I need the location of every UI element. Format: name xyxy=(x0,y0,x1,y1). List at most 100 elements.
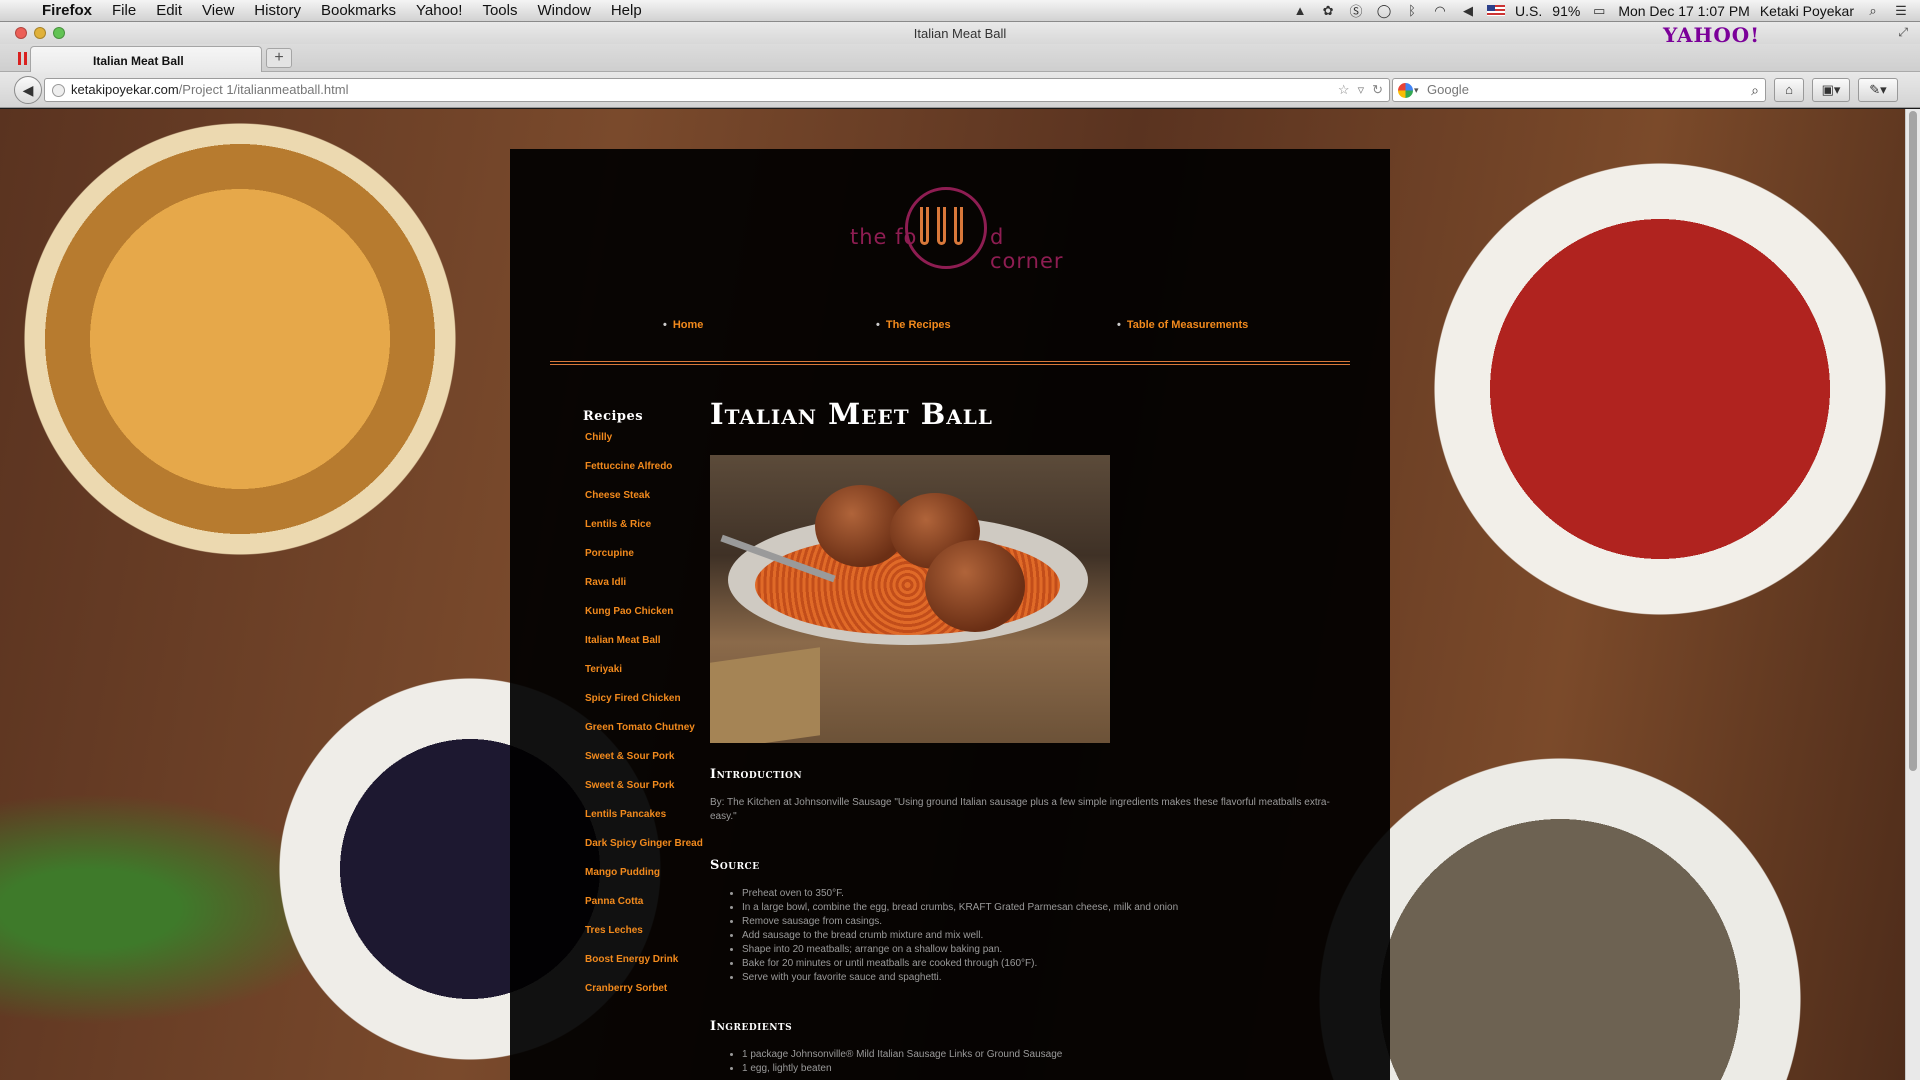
search-engine-dropdown-icon[interactable]: ▾ xyxy=(1414,79,1419,101)
recipes-heading: Recipes xyxy=(583,409,644,424)
menu-edit[interactable]: Edit xyxy=(146,2,192,19)
window-title-bar: Italian Meat Ball YAHOO! ⤢ xyxy=(0,22,1920,47)
recipe-link-teriyaki[interactable]: Teriyaki xyxy=(585,664,725,693)
list-item: Shape into 20 meatballs; arrange on a sh… xyxy=(742,943,1350,957)
recipe-link-lentils-pancakes[interactable]: Lentils Pancakes xyxy=(585,809,725,838)
back-button[interactable]: ◀ xyxy=(14,76,42,104)
nav-table-of-measurements[interactable]: Table of Measurements xyxy=(1117,319,1248,331)
navigation-toolbar: ◀ ketakipoyekar.com/Project 1/italianmea… xyxy=(0,72,1920,108)
recipe-link-porcupine[interactable]: Porcupine xyxy=(585,548,725,577)
site-logo[interactable]: the fo d corner xyxy=(840,187,1080,273)
google-drive-icon[interactable]: ▲ xyxy=(1291,3,1309,19)
recipe-link-spicy-fired-chicken[interactable]: Spicy Fired Chicken xyxy=(585,693,725,722)
steps-list: Preheat oven to 350°F. In a large bowl, … xyxy=(710,887,1350,985)
page-scrollbar[interactable] xyxy=(1905,109,1920,1080)
us-flag-icon[interactable] xyxy=(1487,5,1506,16)
recipe-list: Chilly Fettuccine Alfredo Cheese Steak L… xyxy=(585,432,725,1012)
recipe-link-sweet-sour-pork[interactable]: Sweet & Sour Pork xyxy=(585,751,725,780)
history-dropdown-icon[interactable]: ▿ xyxy=(1358,79,1365,101)
ingredients-heading: Ingredients xyxy=(710,1019,793,1034)
chat-bubble-icon[interactable]: ◯ xyxy=(1375,3,1393,19)
recipe-link-panna-cotta[interactable]: Panna Cotta xyxy=(585,896,725,925)
status-tray: ▲ ✿ Ⓢ ◯ ᛒ ◠ ◀ U.S. 91% ▭ Mon Dec 17 1:07… xyxy=(1291,3,1920,20)
spotlight-search-icon[interactable]: ⌕ xyxy=(1864,3,1882,19)
recipe-link-sweet-sour-pork-2[interactable]: Sweet & Sour Pork xyxy=(585,780,725,809)
recipe-link-cheese-steak[interactable]: Cheese Steak xyxy=(585,490,725,519)
recipe-link-rava-idli[interactable]: Rava Idli xyxy=(585,577,725,606)
menu-app-firefox[interactable]: Firefox xyxy=(32,2,102,19)
menu-history[interactable]: History xyxy=(244,2,311,19)
meatball-spaghetti-image xyxy=(710,455,1110,743)
menu-view[interactable]: View xyxy=(192,2,244,19)
new-tab-button[interactable]: + xyxy=(266,48,292,68)
window-controls xyxy=(15,27,65,39)
bluetooth-icon[interactable]: ᛒ xyxy=(1403,3,1421,19)
recipe-link-italian-meat-ball[interactable]: Italian Meat Ball xyxy=(585,635,725,664)
logo-text-right: d corner xyxy=(990,225,1064,273)
recipe-link-boost-energy-drink[interactable]: Boost Energy Drink xyxy=(585,954,725,983)
search-icon[interactable]: ⌕ xyxy=(1751,79,1759,101)
url-path: /Project 1/italianmeatball.html xyxy=(178,82,349,97)
tab-italian-meat-ball[interactable]: Italian Meat Ball xyxy=(30,46,262,72)
recipe-link-dark-spicy-ginger-bread[interactable]: Dark Spicy Ginger Bread xyxy=(585,838,725,867)
recipe-link-kung-pao-chicken[interactable]: Kung Pao Chicken xyxy=(585,606,725,635)
recipe-link-mango-pudding[interactable]: Mango Pudding xyxy=(585,867,725,896)
recipe-link-chilly[interactable]: Chilly xyxy=(585,432,725,461)
bookmark-star-icon[interactable]: ☆ xyxy=(1338,79,1350,101)
menu-bookmarks[interactable]: Bookmarks xyxy=(311,2,406,19)
list-item: Bake for 20 minutes or until meatballs a… xyxy=(742,957,1350,971)
clock[interactable]: Mon Dec 17 1:07 PM xyxy=(1618,3,1750,19)
introduction-text: By: The Kitchen at Johnsonville Sausage … xyxy=(710,797,1330,822)
pinned-tab-icon[interactable] xyxy=(14,49,30,67)
recipe-link-tres-leches[interactable]: Tres Leches xyxy=(585,925,725,954)
site-identity-icon[interactable] xyxy=(52,84,65,97)
url-actions: ☆ ▿ ↻ xyxy=(1338,79,1383,101)
volume-icon[interactable]: ◀ xyxy=(1459,3,1477,19)
addons-icon: ✎▾ xyxy=(1869,82,1887,97)
source-heading: Source xyxy=(710,858,760,873)
screenshot-icon: ▣▾ xyxy=(1821,82,1841,97)
content-panel: the fo d corner Home The Recipes Table o… xyxy=(510,149,1390,1080)
reload-icon[interactable]: ↻ xyxy=(1372,79,1383,101)
recipe-link-fettuccine-alfredo[interactable]: Fettuccine Alfredo xyxy=(585,461,725,490)
introduction-heading: Introduction xyxy=(710,767,803,782)
ingredients-list: 1 package Johnsonville® Mild Italian Sau… xyxy=(710,1048,1350,1076)
menu-bar: Firefox File Edit View History Bookmarks… xyxy=(0,0,1920,22)
tab-bar: Italian Meat Ball + xyxy=(0,44,1920,72)
notification-center-icon[interactable]: ☰ xyxy=(1892,3,1910,19)
window-title: Italian Meat Ball xyxy=(913,25,1007,41)
user-name[interactable]: Ketaki Poyekar xyxy=(1760,3,1854,19)
menu-help[interactable]: Help xyxy=(601,2,652,19)
scrollbar-thumb[interactable] xyxy=(1909,111,1917,771)
close-window-button[interactable] xyxy=(15,27,27,39)
input-source-label[interactable]: U.S. xyxy=(1515,3,1542,19)
napkin xyxy=(710,647,820,743)
list-item: 1 package Johnsonville® Mild Italian Sau… xyxy=(742,1048,1350,1062)
nav-the-recipes[interactable]: The Recipes xyxy=(876,319,951,331)
recipe-main: Italian Meet Ball Introduction By: The K… xyxy=(710,397,1350,1076)
menu-yahoo[interactable]: Yahoo! xyxy=(406,2,472,19)
addons-button[interactable]: ✎▾ xyxy=(1858,78,1898,102)
menu-tools[interactable]: Tools xyxy=(472,2,527,19)
battery-icon[interactable]: ▭ xyxy=(1590,3,1608,19)
recipe-link-green-tomato-chutney[interactable]: Green Tomato Chutney xyxy=(585,722,725,751)
page-title: Italian Meet Ball xyxy=(710,397,993,431)
search-input[interactable]: ▾ Google ⌕ xyxy=(1392,78,1766,102)
fullscreen-icon[interactable]: ⤢ xyxy=(1898,25,1908,40)
skype-icon[interactable]: Ⓢ xyxy=(1347,3,1365,19)
minimize-window-button[interactable] xyxy=(34,27,46,39)
address-bar[interactable]: ketakipoyekar.com/Project 1/italianmeatb… xyxy=(44,78,1390,102)
menu-window[interactable]: Window xyxy=(527,2,600,19)
wifi-icon[interactable]: ◠ xyxy=(1431,3,1449,19)
sync-icon[interactable]: ✿ xyxy=(1319,3,1337,19)
menu-file[interactable]: File xyxy=(102,2,146,19)
zoom-window-button[interactable] xyxy=(53,27,65,39)
battery-percent[interactable]: 91% xyxy=(1552,3,1580,19)
nav-home[interactable]: Home xyxy=(663,319,704,331)
screenshot-button[interactable]: ▣▾ xyxy=(1812,78,1850,102)
list-item: Serve with your favorite sauce and spagh… xyxy=(742,971,1350,985)
google-icon[interactable] xyxy=(1398,83,1413,98)
home-button[interactable]: ⌂ xyxy=(1774,78,1804,102)
recipe-link-cranberry-sorbet[interactable]: Cranberry Sorbet xyxy=(585,983,725,1012)
recipe-link-lentils-rice[interactable]: Lentils & Rice xyxy=(585,519,725,548)
